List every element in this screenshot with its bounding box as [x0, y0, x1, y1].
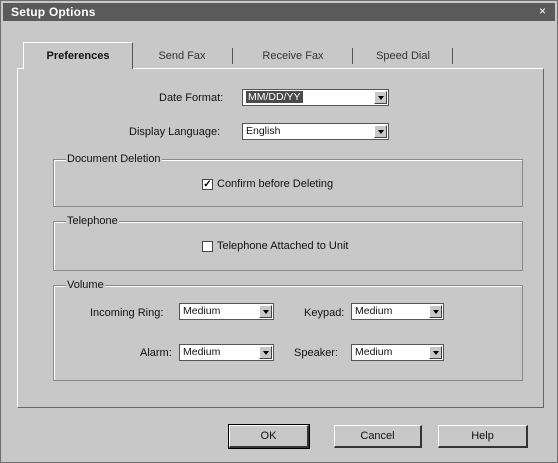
title-bar: Setup Options × [3, 3, 555, 21]
close-icon[interactable]: × [535, 4, 550, 19]
keypad-select[interactable]: Medium [351, 303, 444, 320]
tab-receive-fax[interactable]: Receive Fax [233, 45, 353, 67]
chevron-down-icon[interactable] [374, 91, 387, 104]
alarm-label: Alarm: [140, 347, 172, 359]
chevron-down-icon[interactable] [429, 346, 442, 359]
ok-button[interactable]: OK [228, 424, 310, 449]
telephone-attached-checkbox[interactable] [202, 241, 213, 252]
date-format-value: MM/DD/YY [246, 91, 303, 103]
incoming-ring-label: Incoming Ring: [90, 307, 164, 319]
window-title: Setup Options [11, 5, 96, 19]
speaker-value: Medium [355, 346, 393, 358]
display-language-select[interactable]: English [242, 123, 389, 140]
date-format-select[interactable]: MM/DD/YY [242, 89, 389, 106]
volume-group: Volume [53, 279, 523, 381]
tab-send-fax[interactable]: Send Fax [131, 45, 233, 67]
setup-options-dialog: Setup Options × Preferences Send Fax Rec… [0, 0, 558, 463]
date-format-label: Date Format: [159, 92, 224, 104]
speaker-select[interactable]: Medium [351, 344, 444, 361]
alarm-select[interactable]: Medium [179, 344, 274, 361]
volume-title: Volume [66, 279, 105, 291]
help-button[interactable]: Help [438, 425, 528, 448]
telephone-title: Telephone [66, 215, 119, 227]
cancel-button[interactable]: Cancel [334, 425, 422, 448]
display-language-value: English [246, 125, 281, 137]
keypad-label: Keypad: [304, 307, 345, 319]
incoming-ring-select[interactable]: Medium [179, 303, 274, 320]
chevron-down-icon[interactable] [429, 305, 442, 318]
telephone-attached-label: Telephone Attached to Unit [217, 240, 349, 252]
speaker-label: Speaker: [294, 347, 339, 359]
chevron-down-icon[interactable] [259, 346, 272, 359]
tab-speed-dial[interactable]: Speed Dial [353, 45, 453, 67]
chevron-down-icon[interactable] [374, 125, 387, 138]
incoming-ring-value: Medium [183, 305, 221, 317]
confirm-before-deleting-label: Confirm before Deleting [217, 178, 334, 190]
keypad-value: Medium [355, 305, 393, 317]
confirm-before-deleting-checkbox[interactable]: ✓ [202, 179, 213, 190]
tab-preferences[interactable]: Preferences [23, 42, 133, 69]
document-deletion-title: Document Deletion [66, 153, 162, 165]
alarm-value: Medium [183, 346, 221, 358]
display-language-label: Display Language: [129, 126, 221, 138]
chevron-down-icon[interactable] [259, 305, 272, 318]
